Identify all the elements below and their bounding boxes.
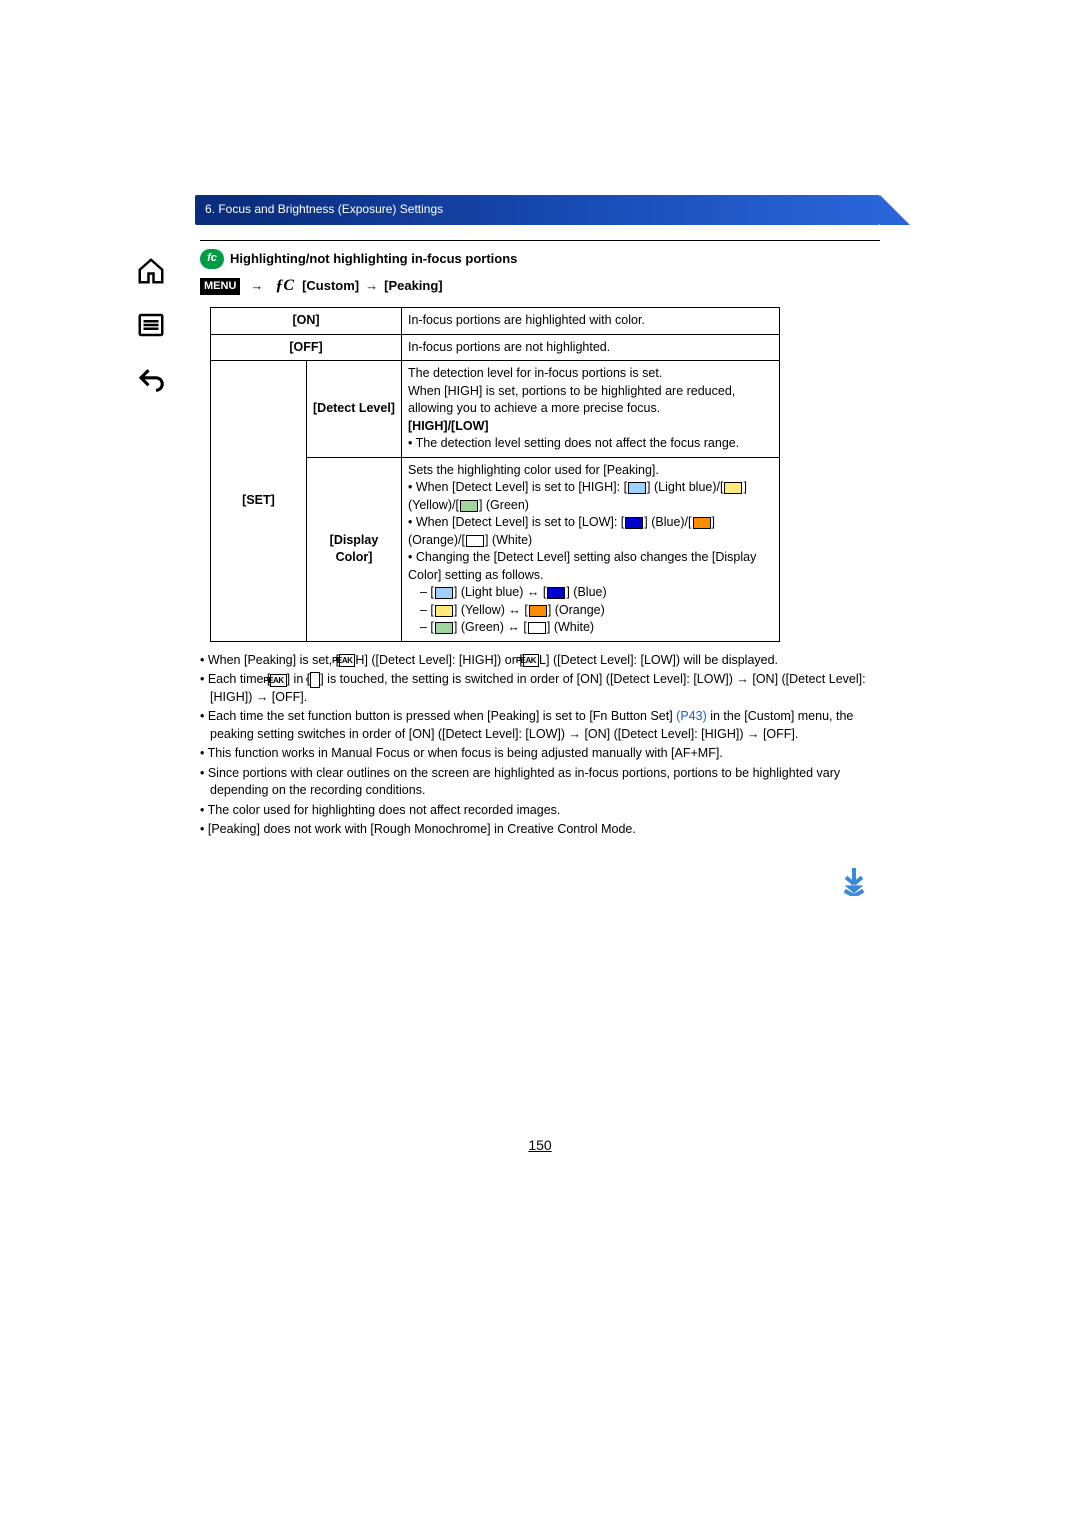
swatch-yellow bbox=[724, 482, 742, 494]
notes-list: • When [Peaking] is set, [PEAKH] ([Detec… bbox=[200, 652, 880, 839]
path-custom: [Custom] bbox=[302, 277, 359, 295]
menu-badge: MENU bbox=[200, 278, 240, 295]
home-icon[interactable] bbox=[135, 255, 167, 287]
swatch-blue bbox=[547, 587, 565, 599]
fc-badge-icon: fc bbox=[200, 249, 224, 269]
menu-path: MENU → ƒC [Custom] → [Peaking] bbox=[200, 275, 880, 297]
swatch-white bbox=[528, 622, 546, 634]
off-label: [OFF] bbox=[211, 334, 402, 361]
note-item: • The color used for highlighting does n… bbox=[200, 802, 880, 820]
page-number: 150 bbox=[0, 1136, 1080, 1156]
display-color-label: [Display Color] bbox=[307, 457, 402, 641]
detect-level-label: [Detect Level] bbox=[307, 361, 402, 458]
note-item: • Each time the set function button is p… bbox=[200, 708, 880, 743]
swatch-lightblue bbox=[628, 482, 646, 494]
bidirectional-arrow-icon: ↔ bbox=[507, 620, 520, 634]
bidirectional-arrow-icon: ↔ bbox=[508, 603, 521, 617]
note-item: • This function works in Manual Focus or… bbox=[200, 745, 880, 763]
peak-icon: PEAK bbox=[339, 654, 355, 667]
section-title-row: fc Highlighting/not highlighting in-focu… bbox=[200, 249, 880, 269]
on-label: [ON] bbox=[211, 308, 402, 335]
note-item: • Each time [PEAK] in [‹] is touched, th… bbox=[200, 671, 880, 706]
swatch-green bbox=[460, 500, 478, 512]
peak-icon: PEAK bbox=[523, 654, 539, 667]
swatch-white bbox=[466, 535, 484, 547]
note-item: • [Peaking] does not work with [Rough Mo… bbox=[200, 821, 880, 839]
bidirectional-arrow-icon: ↔ bbox=[527, 585, 540, 599]
swatch-green bbox=[435, 622, 453, 634]
off-description: In-focus portions are not highlighted. bbox=[402, 334, 780, 361]
swatch-lightblue bbox=[435, 587, 453, 599]
chapter-banner: 6. Focus and Brightness (Exposure) Setti… bbox=[195, 195, 880, 225]
swatch-orange bbox=[693, 517, 711, 529]
set-label: [SET] bbox=[211, 361, 307, 642]
continue-arrow-icon[interactable] bbox=[838, 864, 870, 896]
swatch-orange bbox=[529, 605, 547, 617]
detect-level-description: The detection level for in-focus portion… bbox=[402, 361, 780, 458]
back-icon[interactable] bbox=[135, 363, 167, 395]
swatch-yellow bbox=[435, 605, 453, 617]
path-peaking: [Peaking] bbox=[384, 277, 443, 295]
swatch-blue bbox=[625, 517, 643, 529]
arrow-icon: → bbox=[365, 277, 378, 295]
note-item: • When [Peaking] is set, [PEAKH] ([Detec… bbox=[200, 652, 880, 670]
options-table: [ON] In-focus portions are highlighted w… bbox=[210, 307, 780, 642]
section-title: Highlighting/not highlighting in-focus p… bbox=[230, 250, 517, 268]
arrow-icon: → bbox=[250, 277, 263, 295]
chapter-title: 6. Focus and Brightness (Exposure) Setti… bbox=[205, 202, 443, 216]
peak-icon: PEAK bbox=[270, 674, 286, 687]
horizontal-rule bbox=[200, 240, 880, 241]
page-link[interactable]: (P43) bbox=[676, 709, 707, 723]
tab-chevron-icon: ‹ bbox=[310, 672, 320, 688]
display-color-description: Sets the highlighting color used for [Pe… bbox=[402, 457, 780, 641]
note-item: • Since portions with clear outlines on … bbox=[200, 765, 880, 800]
on-description: In-focus portions are highlighted with c… bbox=[402, 308, 780, 335]
contents-icon[interactable] bbox=[135, 309, 167, 341]
fc-symbol-icon: ƒC bbox=[275, 275, 294, 297]
